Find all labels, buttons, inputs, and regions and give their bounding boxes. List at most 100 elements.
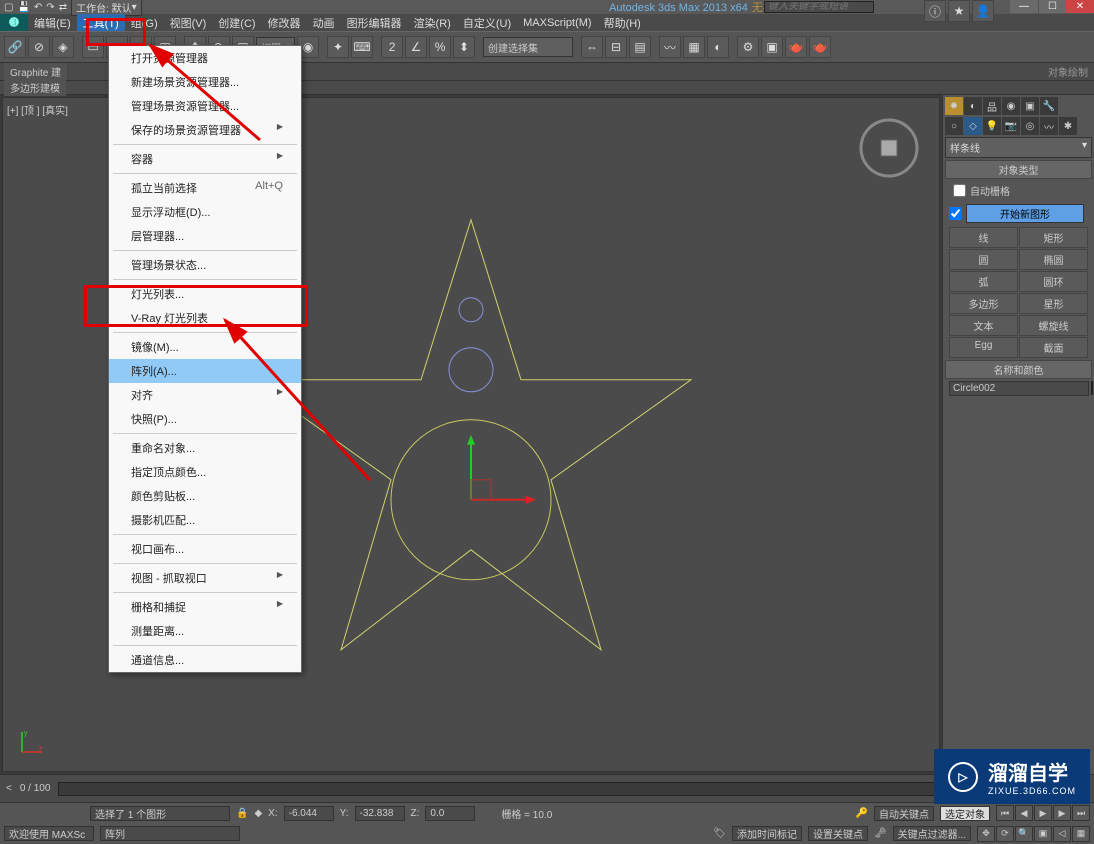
snap-pct-icon[interactable]: %: [429, 36, 451, 58]
prev-frame-icon[interactable]: ◀: [1015, 805, 1033, 821]
help-search[interactable]: [764, 0, 874, 14]
menu-item-摄影机匹配...[interactable]: 摄影机匹配...: [109, 508, 301, 532]
menu-item-新建场景资源管理器...[interactable]: 新建场景资源管理器...: [109, 70, 301, 94]
color-swatch[interactable]: [1091, 381, 1093, 395]
menu-编辑(E)[interactable]: 编辑(E): [28, 14, 77, 31]
play-icon[interactable]: ▶: [1034, 805, 1052, 821]
shape-btn-椭圆[interactable]: 椭圆: [1019, 249, 1088, 270]
shape-btn-圆[interactable]: 圆: [949, 249, 1018, 270]
menu-item-显示浮动框(D)...[interactable]: 显示浮动框(D)...: [109, 200, 301, 224]
menu-item-快照(P)...[interactable]: 快照(P)...: [109, 407, 301, 431]
object-type-rollout[interactable]: 对象类型: [945, 160, 1092, 179]
save-icon[interactable]: 💾: [17, 2, 29, 13]
y-coord[interactable]: -32.838: [355, 806, 405, 821]
circle-medium[interactable]: [449, 347, 493, 391]
timeline[interactable]: < 0 / 100: [0, 774, 1094, 802]
shape-btn-弧[interactable]: 弧: [949, 271, 1018, 292]
menu-item-重命名对象...[interactable]: 重命名对象...: [109, 436, 301, 460]
menu-item-管理场景状态...[interactable]: 管理场景状态...: [109, 253, 301, 277]
motion-tab-icon[interactable]: ◉: [1002, 97, 1020, 115]
maximize-button[interactable]: ☐: [1038, 0, 1066, 13]
minimize-button[interactable]: —: [1010, 0, 1038, 13]
circle-small[interactable]: [459, 297, 483, 321]
shape-btn-螺旋线[interactable]: 螺旋线: [1019, 315, 1088, 336]
menu-渲染(R)[interactable]: 渲染(R): [408, 14, 457, 31]
maxscript-listener[interactable]: 欢迎使用 MAXSc: [4, 826, 94, 841]
selected-obj-combo[interactable]: 选定对象: [940, 806, 990, 821]
signin-icon[interactable]: 👤: [972, 0, 994, 22]
next-frame-icon[interactable]: ▶: [1053, 805, 1071, 821]
menu-自定义(U)[interactable]: 自定义(U): [457, 14, 517, 31]
teapot-icon[interactable]: 🫖: [809, 36, 831, 58]
shape-btn-星形[interactable]: 星形: [1019, 293, 1088, 314]
create-tab-icon[interactable]: ✹: [945, 97, 963, 115]
add-time-tag[interactable]: 添加时间标记: [732, 826, 802, 841]
cameras-icon[interactable]: 📷: [1002, 117, 1020, 135]
axis-icon[interactable]: ◆: [254, 808, 262, 819]
x-coord[interactable]: -6.044: [284, 806, 334, 821]
max-toggle-icon[interactable]: ▦: [1072, 826, 1090, 842]
autokey-button[interactable]: 自动关键点: [874, 806, 934, 821]
render-setup-icon[interactable]: ⚙: [737, 36, 759, 58]
menu-创建(C)[interactable]: 创建(C): [212, 14, 261, 31]
lights-icon[interactable]: 💡: [983, 117, 1001, 135]
named-selset-combo[interactable]: 创建选择集: [483, 37, 573, 57]
menu-item-栅格和捕捉[interactable]: 栅格和捕捉: [109, 595, 301, 619]
menu-工具(T)[interactable]: 工具(T): [77, 14, 125, 31]
unlink-icon[interactable]: ⊘: [28, 36, 50, 58]
mirror-icon[interactable]: ⇔: [581, 36, 603, 58]
menu-item-对齐[interactable]: 对齐: [109, 383, 301, 407]
info-icon[interactable]: ⓘ: [924, 0, 946, 22]
redo-icon[interactable]: ↷: [46, 2, 54, 13]
star-shape[interactable]: [251, 219, 691, 649]
menu-item-灯光列表...[interactable]: 灯光列表...: [109, 282, 301, 306]
zoom-icon[interactable]: 🔍: [1015, 826, 1033, 842]
zoom-ext-icon[interactable]: ▣: [1034, 826, 1052, 842]
close-button[interactable]: ✕: [1066, 0, 1094, 13]
menu-item-打开资源管理器[interactable]: 打开资源管理器: [109, 46, 301, 70]
goto-start-icon[interactable]: ⏮: [996, 805, 1014, 821]
autogrid-row[interactable]: 自动栅格: [945, 181, 1092, 200]
lock-icon[interactable]: 🔒: [236, 808, 248, 819]
viewport-label[interactable]: [+] [顶 ] [真实]: [7, 102, 68, 117]
menu-item-孤立当前选择[interactable]: 孤立当前选择Alt+Q: [109, 176, 301, 200]
display-tab-icon[interactable]: ▣: [1021, 97, 1039, 115]
manip-icon[interactable]: ✦: [327, 36, 349, 58]
spinner-snap-icon[interactable]: ⬍: [453, 36, 475, 58]
menu-item-管理场景资源管理器...[interactable]: 管理场景资源管理器...: [109, 94, 301, 118]
render-frame-icon[interactable]: ▣: [761, 36, 783, 58]
polymodel-tab[interactable]: 多边形建模: [4, 79, 66, 96]
menu-item-容器[interactable]: 容器: [109, 147, 301, 171]
menu-item-保存的场景资源管理器[interactable]: 保存的场景资源管理器: [109, 118, 301, 142]
orbit-icon[interactable]: ⟳: [996, 826, 1014, 842]
menu-item-镜像(M)...[interactable]: 镜像(M)...: [109, 335, 301, 359]
snap-angle-icon[interactable]: ∠: [405, 36, 427, 58]
shape-btn-多边形[interactable]: 多边形: [949, 293, 1018, 314]
z-coord[interactable]: 0.0: [425, 806, 475, 821]
menu-item-V-Ray 灯光列表[interactable]: V-Ray 灯光列表: [109, 306, 301, 330]
shape-btn-截面[interactable]: 截面: [1019, 337, 1088, 358]
shape-btn-文本[interactable]: 文本: [949, 315, 1018, 336]
utilities-tab-icon[interactable]: 🔧: [1040, 97, 1058, 115]
helpers-icon[interactable]: ◎: [1021, 117, 1039, 135]
pan-icon[interactable]: ✥: [977, 826, 995, 842]
menu-修改器[interactable]: 修改器: [262, 14, 307, 31]
name-color-rollout[interactable]: 名称和颜色: [945, 360, 1092, 379]
graphite-tab[interactable]: Graphite 建: [4, 63, 67, 80]
menu-MAXScript(M)[interactable]: MAXScript(M): [517, 14, 597, 31]
menu-item-通道信息...[interactable]: 通道信息...: [109, 648, 301, 672]
menu-item-阵列(A)...[interactable]: 阵列(A)...: [109, 359, 301, 383]
mat-ed-icon[interactable]: ◐: [707, 36, 729, 58]
select-link-icon[interactable]: 🔗: [4, 36, 26, 58]
keyboard-icon[interactable]: ⌨: [351, 36, 373, 58]
start-new-shape-button[interactable]: 开始新图形: [966, 204, 1084, 223]
app-menu-icon[interactable]: ➌: [0, 14, 28, 31]
expand-icon[interactable]: <: [6, 783, 12, 794]
schematic-icon[interactable]: ▦: [683, 36, 705, 58]
shape-btn-圆环[interactable]: 圆环: [1019, 271, 1088, 292]
align-icon[interactable]: ⊟: [605, 36, 627, 58]
shapes-icon[interactable]: ◇: [964, 117, 982, 135]
autogrid-checkbox[interactable]: [953, 184, 966, 197]
shape-category-combo[interactable]: 样条线▾: [945, 137, 1092, 158]
search-input[interactable]: [764, 1, 874, 13]
